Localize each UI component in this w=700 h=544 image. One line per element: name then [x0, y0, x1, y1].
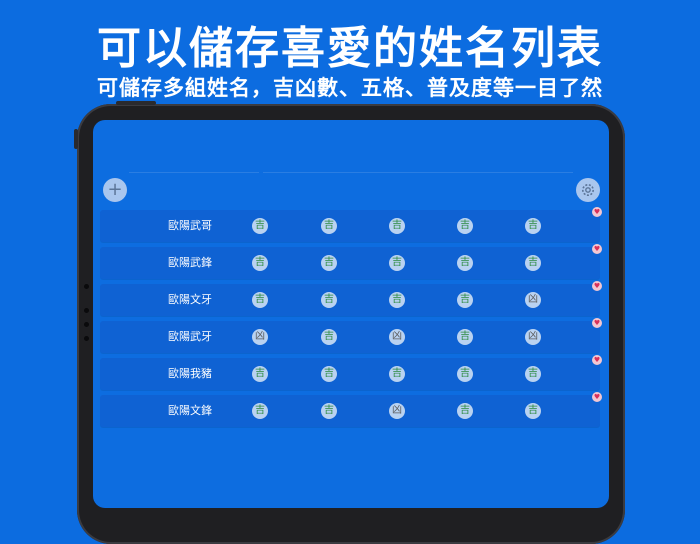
fortune-badge: 吉: [252, 292, 268, 308]
tablet-side-button: [74, 129, 78, 149]
fortune-badge: 吉: [457, 403, 473, 419]
tablet-sensor: [84, 284, 89, 289]
tablet-sensor: [84, 336, 89, 341]
name-list-row[interactable]: 歐陽我豬 吉 吉 吉 吉 吉: [100, 358, 600, 390]
favorite-heart-icon[interactable]: ♥: [592, 281, 602, 291]
name-list-row[interactable]: 歐陽武鋒 吉 吉 吉 吉 吉: [100, 247, 600, 279]
fortune-badge: 吉: [457, 366, 473, 382]
fortune-badge: 凶: [525, 292, 541, 308]
row-name-label: 歐陽我豬: [168, 367, 212, 380]
row-name-label: 歐陽文鋒: [168, 404, 212, 417]
fortune-badge: 吉: [389, 218, 405, 234]
fortune-badge: 凶: [389, 329, 405, 345]
name-input-field[interactable]: [129, 172, 259, 205]
fortune-badge: 吉: [321, 255, 337, 271]
fortune-badge: 吉: [525, 218, 541, 234]
fortune-badge: 吉: [252, 403, 268, 419]
search-field[interactable]: [263, 172, 573, 205]
fortune-badge: 吉: [321, 329, 337, 345]
fortune-badge: 凶: [252, 329, 268, 345]
tablet-sensor: [84, 322, 89, 327]
fortune-badge: 吉: [525, 366, 541, 382]
favorite-heart-icon[interactable]: ♥: [592, 207, 602, 217]
name-list-row[interactable]: 歐陽文鋒 吉 吉 凶 吉 吉: [100, 395, 600, 427]
headline: 可以儲存喜愛的姓名列表: [97, 23, 603, 74]
fortune-badge: 吉: [457, 329, 473, 345]
fortune-badge: 吉: [525, 255, 541, 271]
favorite-heart-icon[interactable]: ♥: [592, 244, 602, 254]
subline: 可儲存多組姓名，吉凶數、五格、普及度等一目了然: [97, 76, 603, 100]
fortune-badge: 吉: [457, 218, 473, 234]
name-list-row[interactable]: 歐陽武牙 凶 吉 凶 吉 凶: [100, 321, 600, 353]
tablet-top-button: [116, 101, 156, 105]
row-name-label: 歐陽武鋒: [168, 256, 212, 269]
tablet-sensor: [84, 308, 89, 313]
row-name-label: 歐陽文牙: [168, 293, 212, 306]
fortune-badge: 吉: [457, 255, 473, 271]
add-name-button[interactable]: +: [103, 178, 127, 202]
fortune-badge: 吉: [252, 218, 268, 234]
fortune-badge: 吉: [321, 403, 337, 419]
fortune-badge: 吉: [321, 292, 337, 308]
fortune-badge: 凶: [525, 329, 541, 345]
row-name-label: 歐陽武哥: [168, 219, 212, 232]
row-name-label: 歐陽武牙: [168, 330, 212, 343]
favorite-heart-icon[interactable]: ♥: [592, 355, 602, 365]
fortune-badge: 吉: [321, 366, 337, 382]
fortune-badge: 凶: [389, 403, 405, 419]
fortune-badge: 吉: [252, 255, 268, 271]
fortune-badge: 吉: [525, 403, 541, 419]
favorite-heart-icon[interactable]: ♥: [592, 318, 602, 328]
fortune-badge: 吉: [389, 255, 405, 271]
fortune-badge: 吉: [252, 366, 268, 382]
gear-icon: [582, 184, 594, 196]
plus-icon: +: [107, 179, 123, 200]
favorite-heart-icon[interactable]: ♥: [592, 392, 602, 402]
name-list-row[interactable]: 歐陽文牙 吉 吉 吉 吉 凶: [100, 284, 600, 316]
fortune-badge: 吉: [389, 292, 405, 308]
fortune-badge: 吉: [321, 218, 337, 234]
name-list-row[interactable]: 歐陽武哥 吉 吉 吉 吉 吉: [100, 210, 600, 242]
fortune-badge: 吉: [389, 366, 405, 382]
settings-button[interactable]: [576, 178, 600, 202]
fortune-badge: 吉: [457, 292, 473, 308]
